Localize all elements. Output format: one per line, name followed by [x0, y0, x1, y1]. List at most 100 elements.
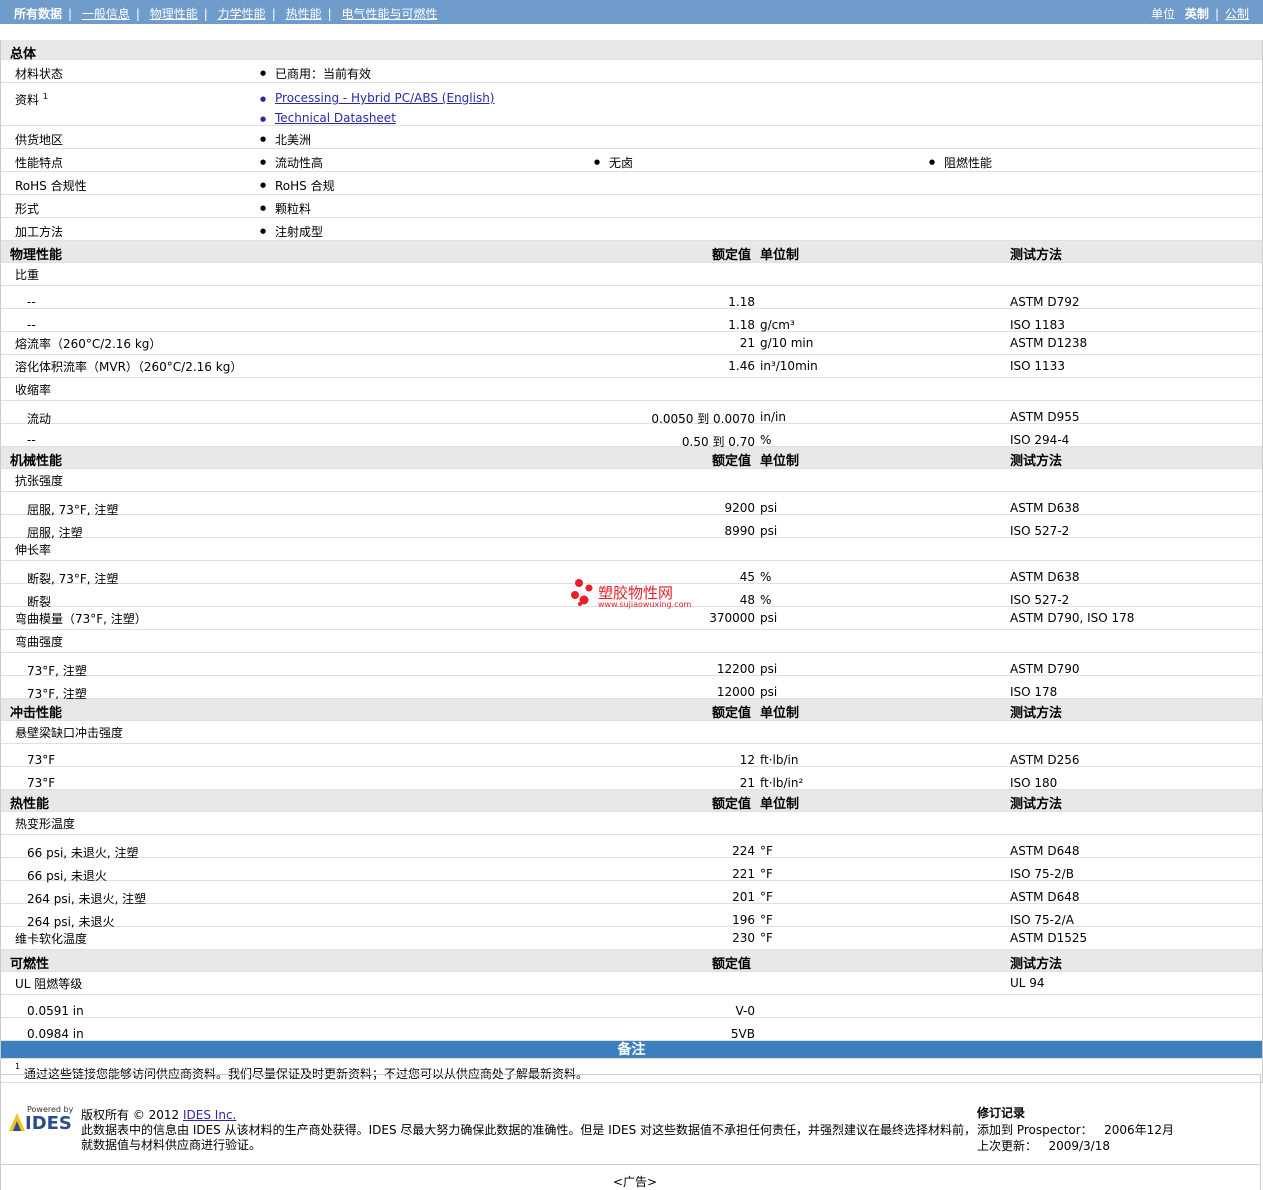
property-unit: psi — [760, 611, 778, 625]
test-method: ASTM D648 — [1010, 890, 1080, 904]
property-row: -- 0.50 到 0.70% ISO 294-4 — [1, 424, 1262, 449]
property-row: -- 1.18 ASTM D792 — [1, 286, 1262, 309]
row-label: 供货地区 — [15, 133, 64, 147]
property-row: 73°F 21 ft·lb/in² ISO 180 — [1, 767, 1262, 790]
nav-general-info[interactable]: 一般信息 — [82, 7, 130, 21]
property-unit: °F — [760, 931, 773, 945]
test-method: ASTM D256 — [1010, 753, 1080, 767]
property-unit: % — [760, 570, 772, 584]
section-header-general: 总体 — [1, 40, 1262, 62]
test-method: ASTM D790, ISO 178 — [1010, 611, 1135, 625]
general-row: 资料 1 Processing - Hybrid PC/ABS (English… — [1, 83, 1262, 126]
ides-company-link[interactable]: IDES Inc. — [183, 1108, 236, 1122]
general-row: 材料状态 已商用：当前有效 — [1, 60, 1262, 83]
row-label: 性能特点 — [15, 156, 64, 170]
test-method: ISO 1183 — [1010, 318, 1065, 332]
property-name: 熔流率（260°C/2.16 kg） — [15, 337, 162, 351]
row-value: 流动性高 — [260, 154, 323, 171]
property-row: 断裂, 73°F, 注塑 45% ASTM D638 — [1, 561, 1262, 586]
notes-bar: 备注 — [1, 1041, 1262, 1059]
property-unit: psi — [760, 501, 778, 515]
property-row: 屈服, 73°F, 注塑 9200 psi ASTM D638 — [1, 492, 1262, 517]
method-header: 测试方法 — [1010, 706, 1063, 721]
property-value: 370000 — [709, 611, 755, 625]
test-method: ASTM D1525 — [1010, 931, 1088, 945]
property-unit: in/in — [760, 410, 786, 424]
section-nav: 所有数据 | 一般信息 | 物理性能 | 力学性能 | 热性能 | 电气性能与可燃性 — [14, 7, 438, 21]
property-name: 比重 — [15, 268, 40, 282]
processing-guide-link[interactable]: Processing - Hybrid PC/ABS (English) — [260, 91, 494, 105]
nominal-header: 额定值 — [712, 248, 752, 263]
unit-switch: 单位 英制 | 公制 — [1151, 7, 1249, 21]
nominal-header: 额定值 — [712, 797, 752, 812]
nav-electrical-flammability[interactable]: 电气性能与可燃性 — [341, 7, 437, 21]
property-name: -- — [27, 318, 36, 332]
units-label: 单位 — [1151, 7, 1176, 21]
unit-metric[interactable]: 公制 — [1225, 7, 1249, 21]
property-name: 收缩率 — [15, 383, 52, 397]
property-row: 比重 — [1, 263, 1262, 286]
property-row: 流动 0.0050 到 0.0070 in/in ASTM D955 — [1, 401, 1262, 426]
footnote-number: 1 — [15, 1062, 21, 1071]
property-row: 73°F, 注塑 12200 psi ASTM D790 — [1, 653, 1262, 678]
property-name: 73°F — [27, 776, 56, 790]
property-value: 9200 — [724, 501, 755, 515]
ides-logo: Powered by IDES — [9, 1105, 73, 1135]
nav-physical[interactable]: 物理性能 — [150, 7, 198, 21]
test-method: ASTM D792 — [1010, 295, 1080, 309]
test-method: ASTM D1238 — [1010, 336, 1088, 350]
row-value: RoHS 合规 — [260, 177, 335, 194]
test-method: ISO 527-2 — [1010, 524, 1070, 538]
property-row: 熔流率（260°C/2.16 kg） 21 g/10 min ASTM D1238 — [1, 332, 1262, 355]
watermark: 塑胶物性网 www.sujiaowuxing.com — [569, 578, 691, 611]
technical-datasheet-link[interactable]: Technical Datasheet — [260, 111, 396, 125]
general-row: 性能特点 流动性高 无卤 阻燃性能 — [1, 149, 1262, 172]
unit-header: 单位制 — [760, 248, 800, 263]
nav-thermal[interactable]: 热性能 — [286, 7, 322, 21]
nav-mechanical[interactable]: 力学性能 — [218, 7, 266, 21]
property-row: 溶化体积流率（MVR）（260°C/2.16 kg） 1.46 in³/10min I… — [1, 355, 1262, 378]
property-unit: ft·lb/in — [760, 753, 799, 767]
revision-added: 添加到 Prospector： 2006年12月 — [977, 1123, 1174, 1137]
section-header: 可燃性 额定值 测试方法 — [1, 950, 1262, 972]
property-row: 264 psi, 未退火 196 °F ISO 75-2/A — [1, 904, 1262, 929]
disclaimer-line-2: 就数据值与材料供应商进行验证。 — [81, 1138, 262, 1152]
watermark-dots-icon — [571, 579, 593, 606]
property-value: 45 — [739, 570, 755, 584]
section-header: 冲击性能 额定值 单位制 测试方法 — [1, 699, 1262, 721]
property-row: 0.0984 in 5VB — [1, 1018, 1262, 1041]
section-header: 热性能 额定值 单位制 测试方法 — [1, 790, 1262, 812]
section-header: 物理性能 额定值 单位制 测试方法 — [1, 241, 1262, 263]
row-value: 无卤 — [594, 154, 633, 171]
unit-imperial[interactable]: 英制 — [1185, 7, 1209, 21]
property-value: 224 — [732, 844, 755, 858]
property-unit: ft·lb/in² — [760, 776, 804, 790]
nav-all-data[interactable]: 所有数据 — [14, 7, 62, 21]
row-value: 已商用：当前有效 — [260, 65, 371, 82]
test-method: ISO 294-4 — [1010, 433, 1070, 447]
property-value: 230 — [732, 931, 755, 945]
property-name: 悬壁梁缺口冲击强度 — [15, 726, 124, 740]
property-unit: °F — [760, 844, 773, 858]
row-value: 颗粒料 — [260, 200, 311, 217]
nominal-header: 额定值 — [712, 706, 752, 721]
property-value: 48 — [739, 593, 755, 607]
property-row: 弯曲强度 — [1, 630, 1262, 653]
general-row: 加工方法 注射成型 — [1, 218, 1262, 241]
property-value: 221 — [732, 867, 755, 881]
property-unit: °F — [760, 867, 773, 881]
property-name: 弯曲强度 — [15, 635, 64, 649]
row-label: RoHS 合规性 — [15, 179, 87, 193]
property-row: 66 psi, 未退火, 注塑 224 °F ASTM D648 — [1, 835, 1262, 860]
method-header: 测试方法 — [1010, 797, 1063, 812]
property-value: 12200 — [716, 662, 755, 676]
footer: Powered by IDES 版权所有 © 2012 IDES Inc. 此数… — [0, 1074, 1261, 1164]
property-row: 264 psi, 未退火, 注塑 201 °F ASTM D648 — [1, 881, 1262, 906]
property-name: 0.0591 in — [27, 1004, 84, 1018]
method-header: 测试方法 — [1010, 248, 1063, 263]
property-unit: % — [760, 593, 772, 607]
property-value: 1.18 — [728, 318, 755, 332]
row-label: 资料 1 — [15, 92, 48, 107]
property-value: 196 — [732, 913, 755, 927]
property-row: UL 阻燃等级 UL 94 — [1, 972, 1262, 995]
